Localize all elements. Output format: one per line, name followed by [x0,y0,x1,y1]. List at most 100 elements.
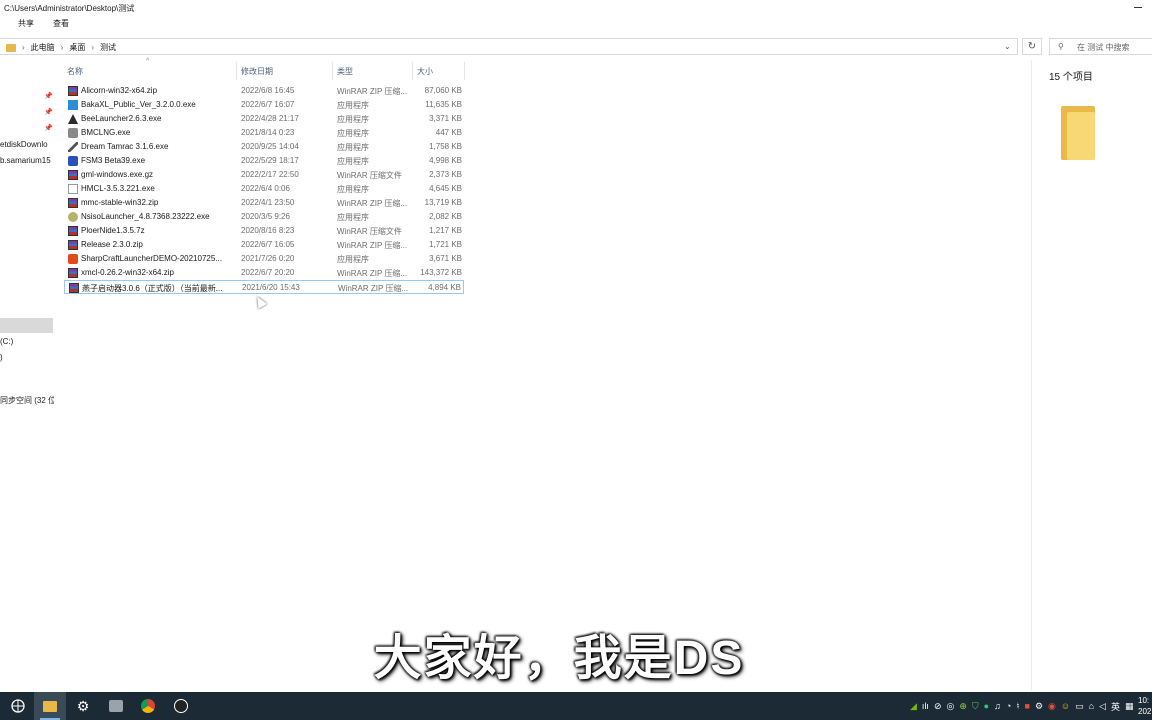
table-row[interactable]: gml-windows.exe.gz 2022/2/17 22:50 WinRA… [64,168,464,182]
table-row[interactable]: NsisoLauncher_4.8.7368.23222.exe 2020/3/… [64,210,464,224]
crumb-desktop[interactable]: 桌面 [69,42,85,53]
table-row[interactable]: BeeLauncher2.6.3.exe 2022/4/28 21:17 应用程… [64,112,464,126]
ime-indicator[interactable]: 英 [1111,700,1120,713]
column-divider[interactable] [236,62,237,80]
nav-item-drive-c[interactable]: (C:) [0,337,13,346]
search-input[interactable]: ⚲ 在 测试 中搜索 [1049,38,1152,55]
app-tray-icon[interactable]: ⊕ [959,701,967,712]
file-explorer-button[interactable] [34,692,66,720]
app-tray-icon[interactable]: ◔ [1006,701,1011,711]
chevron-right-icon[interactable]: › [22,43,25,52]
table-row[interactable]: mmc-stable-win32.zip 2022/4/1 23:50 WinR… [64,196,464,210]
file-size: 3,371 KB [429,114,462,123]
chrome-button[interactable] [132,692,164,720]
chevron-right-icon[interactable]: › [61,43,64,52]
details-pane-divider[interactable] [1031,60,1032,690]
app-button[interactable] [100,692,132,720]
file-date: 2020/9/25 14:04 [241,142,299,151]
pin-icon[interactable]: 📌 [44,92,53,100]
app-tray-icon[interactable]: ☺ [1061,701,1070,711]
winrar-icon [69,283,79,293]
search-placeholder: 在 测试 中搜索 [1077,43,1130,52]
pin-icon[interactable]: 📌 [44,108,53,116]
chevron-down-icon[interactable]: ⌄ [1004,42,1011,51]
gear-icon: ⚙ [76,697,90,714]
winrar-icon [68,226,78,236]
column-type[interactable]: 类型 [337,66,353,77]
app-tray-icon[interactable]: ⊘ [934,701,942,712]
table-row[interactable]: Dream Tamrac 3.1.6.exe 2020/9/25 14:04 应… [64,140,464,154]
table-row[interactable]: PloerNide1.3.5.7z 2020/8/16 8:23 WinRAR … [64,224,464,238]
chrome-icon [141,699,155,713]
obs-button[interactable] [165,692,197,720]
column-divider[interactable] [332,62,333,80]
bakaxl-icon [68,100,78,110]
settings-button[interactable]: ⚙ [67,692,99,720]
table-row[interactable]: BakaXL_Public_Ver_3.2.0.0.exe 2022/6/7 1… [64,98,464,112]
app-tray-icon[interactable]: ● [984,701,989,711]
file-size: 1,758 KB [429,142,462,151]
crumb-test[interactable]: 测试 [100,42,116,53]
crumb-this-pc[interactable]: 此电脑 [31,42,55,53]
file-type: WinRAR ZIP 压缩... [337,269,408,278]
file-name: BMCLNG.exe [81,128,131,137]
file-date: 2022/6/7 16:05 [241,240,295,249]
tab-view[interactable]: 查看 [53,18,69,29]
file-name: BakaXL_Public_Ver_3.2.0.0.exe [81,100,196,109]
file-date: 2020/3/5 9:26 [241,212,290,221]
file-size: 87,060 KB [424,86,462,95]
network-icon[interactable]: ⌂ [1089,701,1094,711]
column-size[interactable]: 大小 [417,66,433,77]
performance-icon[interactable]: ılı [922,701,929,711]
column-divider[interactable] [412,62,413,80]
chevron-right-icon[interactable]: › [91,43,94,52]
nav-item-samarium[interactable]: b.samarium15 [0,156,51,165]
security-icon[interactable]: ⛉ [972,701,979,712]
pickaxe-icon [68,142,78,152]
table-row[interactable]: SharpCraftLauncherDEMO-20210725... 2021/… [64,252,464,266]
table-row[interactable]: 燕子启动器3.0.6（正式版）（当前最新... 2021/6/20 15:43 … [64,280,464,294]
column-date[interactable]: 修改日期 [241,66,273,77]
file-type: 应用程序 [337,101,369,110]
table-row[interactable]: xmcl-0.26.2-win32-x64.zip 2022/6/7 20:20… [64,266,464,280]
notification-icon[interactable]: ▦ [1125,701,1134,712]
file-type: WinRAR ZIP 压缩... [337,241,408,250]
headset-icon[interactable]: ♫ [994,701,1001,711]
nvidia-icon[interactable]: ◢ [910,701,917,712]
app-tray-icon[interactable]: ■ [1025,701,1030,711]
column-name[interactable]: 名称 [67,66,83,77]
table-row[interactable]: HMCL-3.5.3.221.exe 2022/6/4 0:06 应用程序 4,… [64,182,464,196]
microphone-icon[interactable]: ♮ [1016,701,1019,712]
nsiso-icon [68,212,78,222]
table-row[interactable]: Release 2.3.0.zip 2022/6/7 16:05 WinRAR … [64,238,464,252]
start-button[interactable] [2,692,34,720]
address-bar[interactable]: › 此电脑 › 桌面 › 测试 ⌄ [0,38,1018,55]
file-icon [68,184,78,194]
refresh-button[interactable]: ↻ [1022,38,1042,55]
nav-item-sync-space[interactable]: 同步空间 (32 位 [0,395,54,406]
mouse-cursor-icon [252,294,268,309]
app-tray-icon[interactable]: ◎ [946,701,954,712]
column-divider[interactable] [464,62,465,80]
file-date: 2022/6/4 0:06 [241,184,290,193]
nav-item-netdisk[interactable]: etdiskDownlo [0,140,48,149]
nav-item-this-pc[interactable] [0,318,53,333]
file-date: 2022/6/7 20:20 [241,268,295,277]
address-bar-row: › 此电脑 › 桌面 › 测试 ⌄ ↻ ⚲ 在 测试 中搜索 [0,38,1152,56]
nav-item-drive[interactable]: ) [0,353,3,362]
app-tray-icon[interactable]: ◉ [1048,701,1056,712]
file-name: HMCL-3.5.3.221.exe [81,184,155,193]
table-row[interactable]: BMCLNG.exe 2021/8/14 0:23 应用程序 447 KB [64,126,464,140]
table-row[interactable]: FSM3 Beta39.exe 2022/5/29 18:17 应用程序 4,9… [64,154,464,168]
tab-share[interactable]: 共享 [18,18,34,29]
table-row[interactable]: Alicorn-win32-x64.zip 2022/6/8 16:45 Win… [64,84,464,98]
app-tray-icon[interactable]: ⚙ [1035,701,1043,712]
clock[interactable]: 10: 202 [1138,695,1152,717]
display-icon[interactable]: ▭ [1075,701,1084,712]
pin-icon[interactable]: 📌 [44,124,53,132]
minimize-button[interactable] [1134,7,1142,8]
volume-icon[interactable]: ◁ [1099,701,1106,712]
file-date: 2022/4/28 21:17 [241,114,299,123]
clock-time: 10: [1138,696,1150,705]
obs-icon [174,699,188,713]
